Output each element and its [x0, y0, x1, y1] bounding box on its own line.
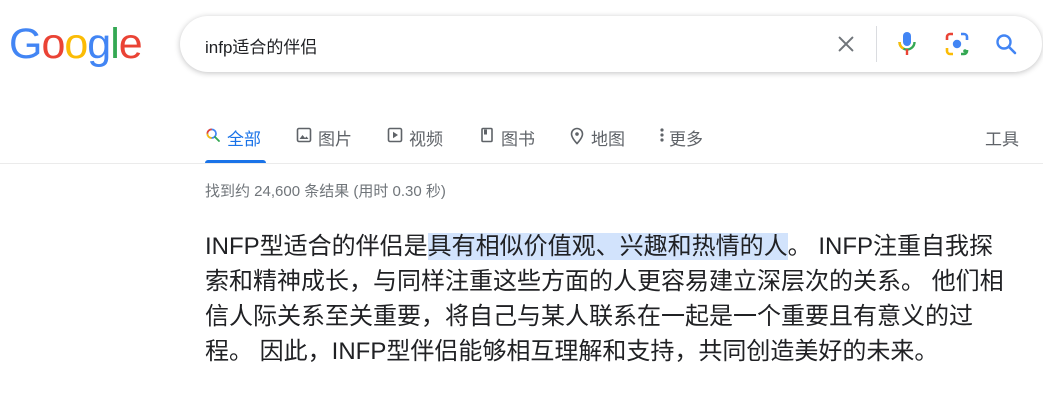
logo-letter: l	[110, 20, 120, 68]
tab-maps[interactable]: 地图	[569, 118, 625, 163]
result-stats: 找到约 24,600 条结果 (用时 0.30 秒)	[205, 183, 446, 200]
more-vert-icon	[659, 127, 665, 143]
tab-all[interactable]: 全部	[205, 118, 266, 163]
tab-images[interactable]: 图片	[296, 118, 352, 163]
search-tabs: 全部 图片 视频 图书 地图 更多 工具	[0, 118, 1043, 163]
tab-label: 全部	[227, 130, 261, 149]
search-icon	[205, 127, 221, 143]
mic-icon	[898, 32, 916, 55]
tab-label: 图片	[318, 130, 352, 149]
search-icon	[996, 34, 1017, 55]
tab-books[interactable]: 图书	[479, 118, 535, 163]
tab-more[interactable]: 更多	[659, 118, 703, 163]
tab-label: 视频	[409, 130, 443, 149]
clear-search-button[interactable]	[830, 28, 862, 60]
image-icon	[296, 127, 312, 143]
tools-button[interactable]: 工具	[985, 125, 1019, 150]
play-icon	[387, 127, 403, 143]
clear-icon	[838, 36, 854, 52]
tabs-divider	[0, 163, 1043, 164]
lens-icon	[945, 32, 969, 56]
snippet-highlight: 具有相似价值观、兴趣和热情的人	[427, 233, 788, 260]
logo-letter: o	[64, 20, 88, 68]
search-divider	[876, 26, 877, 62]
map-pin-icon	[569, 127, 585, 145]
voice-search-button[interactable]	[891, 28, 923, 60]
logo-letter: g	[87, 20, 111, 68]
google-logo[interactable]: Google	[9, 20, 143, 68]
search-submit-button[interactable]	[990, 28, 1022, 60]
search-input[interactable]: infp适合的伴侣	[205, 33, 317, 58]
book-icon	[479, 127, 495, 143]
tab-videos[interactable]: 视频	[387, 118, 443, 163]
logo-letter: o	[41, 20, 65, 68]
logo-letter: G	[9, 20, 42, 68]
tab-label: 地图	[591, 130, 625, 149]
featured-snippet: INFP型适合的伴侣是具有相似价值观、兴趣和热情的人。 INFP注重自我探索和精…	[205, 229, 1015, 369]
lens-search-button[interactable]	[941, 28, 973, 60]
snippet-text-before: INFP型适合的伴侣是	[205, 233, 428, 260]
tab-label: 更多	[669, 130, 703, 149]
logo-letter: e	[118, 20, 143, 68]
search-box[interactable]: infp适合的伴侣	[180, 16, 1042, 72]
tab-label: 图书	[501, 130, 535, 149]
